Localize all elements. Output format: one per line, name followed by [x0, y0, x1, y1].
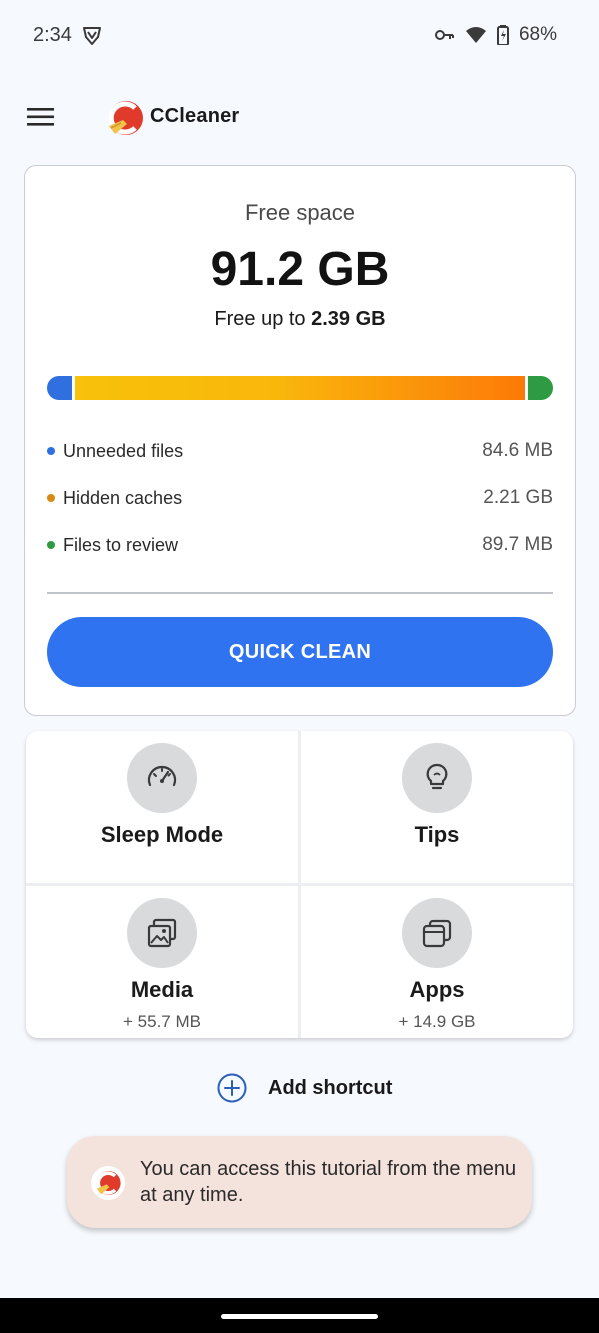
home-gesture-handle[interactable] [221, 1314, 378, 1319]
tile-icon-circle [402, 743, 472, 813]
legend-value: 2.21 GB [483, 487, 553, 508]
legend-dot [47, 494, 55, 502]
battery-percent: 68% [518, 24, 557, 45]
status-time: 2:34 [33, 24, 72, 46]
shield-v-icon [83, 27, 101, 45]
add-shortcut-button[interactable]: Add shortcut [216, 1071, 392, 1105]
app-bar: CCleaner [0, 86, 599, 148]
tile-tips[interactable]: Tips [301, 731, 573, 883]
divider [47, 592, 553, 594]
images-icon [147, 918, 177, 948]
system-nav-bar [0, 1298, 599, 1333]
app-title: CCleaner [150, 105, 240, 127]
tile-icon-circle [127, 743, 197, 813]
legend-row-unneeded[interactable]: Unneeded files 84.6 MB [47, 436, 553, 466]
tile-title: Apps [409, 977, 465, 1002]
free-up-text: Free up to 2.39 GB [25, 308, 575, 331]
storage-card: Free space 91.2 GB Free up to 2.39 GB Un… [24, 165, 576, 716]
lightbulb-icon [426, 763, 448, 790]
quick-clean-button[interactable]: QUICK CLEAN [47, 617, 553, 687]
tile-media[interactable]: Media + 55.7 MB [26, 886, 298, 1038]
ccleaner-logo [91, 1166, 125, 1200]
legend-dot [47, 541, 55, 549]
bar-segment-review [528, 376, 553, 400]
legend-label: Unneeded files [63, 440, 184, 461]
feature-grid: Sleep Mode Tips Media + 55.7 MB Apps + 1… [26, 731, 573, 1038]
add-shortcut-label: Add shortcut [268, 1076, 393, 1099]
tile-subtitle: + 14.9 GB [398, 1012, 476, 1031]
free-space-value: 91.2 GB [210, 243, 390, 296]
legend-value: 84.6 MB [482, 440, 553, 461]
wifi-icon [465, 27, 486, 43]
legend-value: 89.7 MB [482, 534, 553, 555]
free-up-prefix: Free up to [214, 308, 306, 330]
tutorial-toast: You can access this tutorial from the me… [67, 1136, 532, 1228]
tile-title: Media [130, 977, 194, 1002]
hamburger-menu-icon[interactable] [26, 104, 56, 130]
tile-icon-circle [127, 898, 197, 968]
free-up-value: 2.39 GB [311, 308, 386, 330]
status-bar: 2:34 68% [0, 0, 599, 70]
bar-segment-unneeded [47, 376, 72, 400]
tile-sleep-mode[interactable]: Sleep Mode [26, 731, 298, 883]
battery-icon [496, 25, 509, 45]
legend-row-caches[interactable]: Hidden caches 2.21 GB [47, 483, 553, 513]
tile-apps[interactable]: Apps + 14.9 GB [301, 886, 573, 1038]
status-icons: 68% [434, 24, 557, 46]
bar-segment-caches [75, 376, 525, 400]
ccleaner-logo-icon [96, 1171, 121, 1195]
legend-label: Hidden caches [63, 487, 183, 508]
toast-message: You can access this tutorial from the me… [140, 1158, 517, 1206]
vpn-key-icon [434, 30, 454, 40]
tile-title: Tips [414, 822, 460, 847]
tile-subtitle: + 55.7 MB [123, 1012, 201, 1031]
legend-dot [47, 447, 55, 455]
add-circle-icon [217, 1073, 247, 1103]
legend-row-review[interactable]: Files to review 89.7 MB [47, 530, 553, 560]
stacked-windows-icon [422, 919, 452, 948]
tile-icon-circle [402, 898, 472, 968]
legend-label: Files to review [63, 534, 179, 555]
gauge-icon [147, 765, 177, 787]
free-space-label: Free space [244, 200, 356, 225]
storage-usage-bar [47, 376, 553, 400]
ccleaner-logo [108, 101, 143, 135]
tile-title: Sleep Mode [100, 822, 224, 847]
